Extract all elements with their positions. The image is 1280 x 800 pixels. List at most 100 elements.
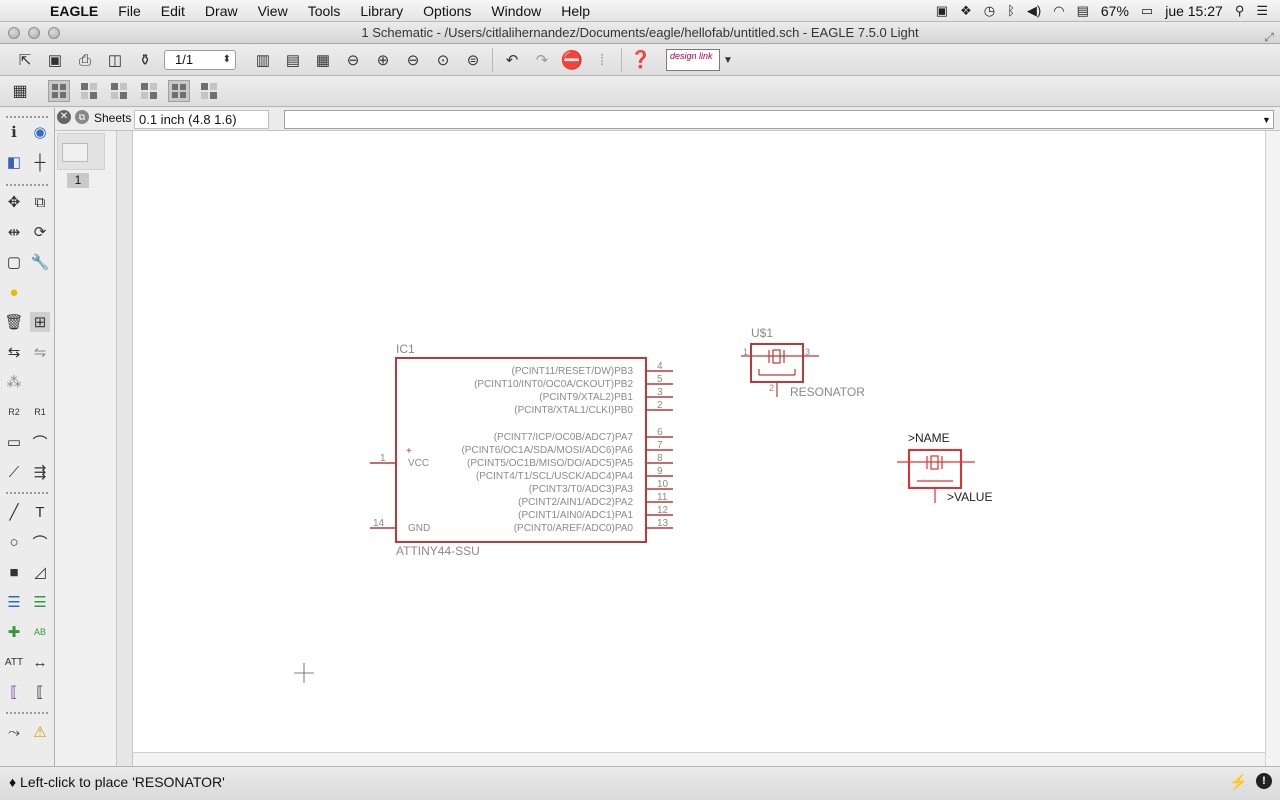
menu-draw[interactable]: Draw: [195, 0, 248, 22]
schematic-canvas[interactable]: IC1 ATTINY44-SSU 1 + VCC 14 GND 4 (PCINT1…: [133, 131, 1265, 752]
spotlight-search-icon[interactable]: ⚲: [1235, 3, 1245, 19]
layer-view-5-button[interactable]: [168, 80, 190, 102]
chevron-down-icon[interactable]: ▼: [723, 55, 733, 66]
stop-icon[interactable]: ⛔: [561, 49, 583, 71]
menubar-clock[interactable]: jue 15:27: [1165, 3, 1223, 19]
use-library-icon[interactable]: ⚱: [134, 49, 156, 71]
time-machine-icon[interactable]: ◷: [984, 3, 995, 19]
sheet-number[interactable]: 1: [67, 173, 89, 188]
erc-icon[interactable]: ⤳: [4, 722, 24, 742]
zoom-select-icon[interactable]: ⊜: [462, 49, 484, 71]
label-icon[interactable]: AB: [30, 622, 50, 642]
go-icon[interactable]: ⁞: [591, 49, 613, 71]
sheet-thumbnail[interactable]: [57, 133, 105, 170]
delete-icon[interactable]: 🗑: [4, 312, 24, 332]
menu-file[interactable]: File: [108, 0, 151, 22]
polygon-icon[interactable]: ◿: [30, 562, 50, 582]
frame-icon[interactable]: ⟦: [4, 682, 24, 702]
add-part-icon[interactable]: ⊞: [30, 312, 50, 332]
invoke-icon[interactable]: ⇶: [30, 462, 50, 482]
menu-help[interactable]: Help: [551, 0, 600, 22]
pinswap-icon[interactable]: ⇆: [4, 342, 24, 362]
command-input[interactable]: [284, 110, 1264, 129]
ic1-symbol[interactable]: IC1 ATTINY44-SSU 1 + VCC 14 GND 4 (PCINT1…: [370, 342, 673, 558]
circle-icon[interactable]: ○: [4, 532, 24, 552]
wire-icon[interactable]: ╱: [4, 502, 24, 522]
net-icon[interactable]: ☰: [30, 592, 50, 612]
gateswap-icon[interactable]: ⇋: [30, 342, 50, 362]
save-icon[interactable]: ▣: [44, 49, 66, 71]
battery-percent[interactable]: 67%: [1101, 3, 1129, 19]
layer-view-2-button[interactable]: [78, 80, 100, 102]
menu-window[interactable]: Window: [481, 0, 551, 22]
close-sheets-panel-icon[interactable]: ✕: [57, 110, 71, 124]
dropbox-icon[interactable]: ❖: [960, 3, 972, 19]
menu-tools[interactable]: Tools: [298, 0, 351, 22]
battery-settings-icon[interactable]: ▤: [1077, 3, 1089, 19]
value-icon[interactable]: R1: [30, 402, 50, 422]
zoom-fit-icon[interactable]: ⊖: [342, 49, 364, 71]
info-icon[interactable]: ℹ: [4, 122, 24, 142]
attribute-icon[interactable]: ATT: [4, 652, 24, 672]
redraw-icon[interactable]: ⊙: [432, 49, 454, 71]
display-layers-icon[interactable]: ◧: [4, 152, 24, 172]
menu-edit[interactable]: Edit: [151, 0, 195, 22]
layer-view-4-button[interactable]: [138, 80, 160, 102]
sheet-selector[interactable]: 1/1: [164, 50, 236, 70]
zoom-out-icon[interactable]: ⊖: [402, 49, 424, 71]
change-icon[interactable]: 🔧: [30, 252, 50, 272]
alert-icon[interactable]: !: [1256, 773, 1272, 789]
move-icon[interactable]: ✥: [4, 192, 24, 212]
redo-icon[interactable]: ↷: [531, 49, 553, 71]
design-link-button[interactable]: design link: [666, 49, 720, 71]
bus-icon[interactable]: ☰: [4, 592, 24, 612]
miter-icon[interactable]: ⌒: [30, 432, 50, 452]
print-icon[interactable]: ⎙: [74, 49, 96, 71]
paste-icon[interactable]: ●: [4, 282, 24, 302]
junction-icon[interactable]: ✚: [4, 622, 24, 642]
open-icon[interactable]: ⇱: [14, 49, 36, 71]
show-icon[interactable]: ◉: [30, 122, 50, 142]
lightning-icon[interactable]: ⚡: [1229, 773, 1248, 791]
minimize-window-button[interactable]: [28, 27, 40, 39]
errors-warning-icon[interactable]: ⚠: [30, 722, 50, 742]
name-icon[interactable]: R2: [4, 402, 24, 422]
layer-view-3-button[interactable]: [108, 80, 130, 102]
rect-icon[interactable]: ■: [4, 562, 24, 582]
battery-icon[interactable]: ▭: [1141, 3, 1153, 19]
menu-view[interactable]: View: [248, 0, 298, 22]
canvas-horizontal-scrollbar[interactable]: [133, 752, 1265, 766]
switch-to-board-icon[interactable]: ▤: [282, 49, 304, 71]
wifi-icon[interactable]: ◠: [1053, 3, 1064, 19]
split-icon[interactable]: ⟋: [4, 462, 24, 482]
smash-icon[interactable]: ▭: [4, 432, 24, 452]
volume-icon[interactable]: ◀): [1027, 3, 1041, 19]
sheets-panel-toggle-icon[interactable]: ⧉: [75, 110, 89, 124]
close-window-button[interactable]: [8, 27, 20, 39]
text-icon[interactable]: T: [30, 502, 50, 522]
mirror-icon[interactable]: ⇹: [4, 222, 24, 242]
group-icon[interactable]: ▢: [4, 252, 24, 272]
menu-app-eagle[interactable]: EAGLE: [40, 0, 108, 22]
resonator-u1-symbol[interactable]: U$1 1 3 2 RESONATOR: [741, 326, 865, 399]
h-menulet-icon[interactable]: ▣: [936, 3, 948, 19]
zoom-in-icon[interactable]: ⊕: [372, 49, 394, 71]
help-icon[interactable]: ❓: [630, 49, 652, 71]
grid-icon[interactable]: ▦: [8, 80, 32, 102]
mark-icon[interactable]: ┼: [30, 152, 50, 172]
replace-icon[interactable]: ⁂: [4, 372, 24, 392]
ulp-icon[interactable]: ▦: [312, 49, 334, 71]
undo-icon[interactable]: ↶: [501, 49, 523, 71]
menu-library[interactable]: Library: [350, 0, 413, 22]
layer-view-1-button[interactable]: [48, 80, 70, 102]
sheets-panel-scrollbar[interactable]: [117, 131, 133, 766]
bluetooth-icon[interactable]: ᛒ: [1007, 3, 1015, 18]
notification-center-icon[interactable]: ☰: [1256, 3, 1268, 19]
rotate-icon[interactable]: ⟳: [30, 222, 50, 242]
canvas-vertical-scrollbar[interactable]: [1265, 131, 1280, 766]
library-icon[interactable]: ▥: [252, 49, 274, 71]
menu-options[interactable]: Options: [413, 0, 481, 22]
copy-icon[interactable]: ⧉: [30, 192, 50, 212]
dimension-icon[interactable]: ↔: [30, 652, 50, 672]
arc-icon[interactable]: ⌒: [30, 532, 50, 552]
